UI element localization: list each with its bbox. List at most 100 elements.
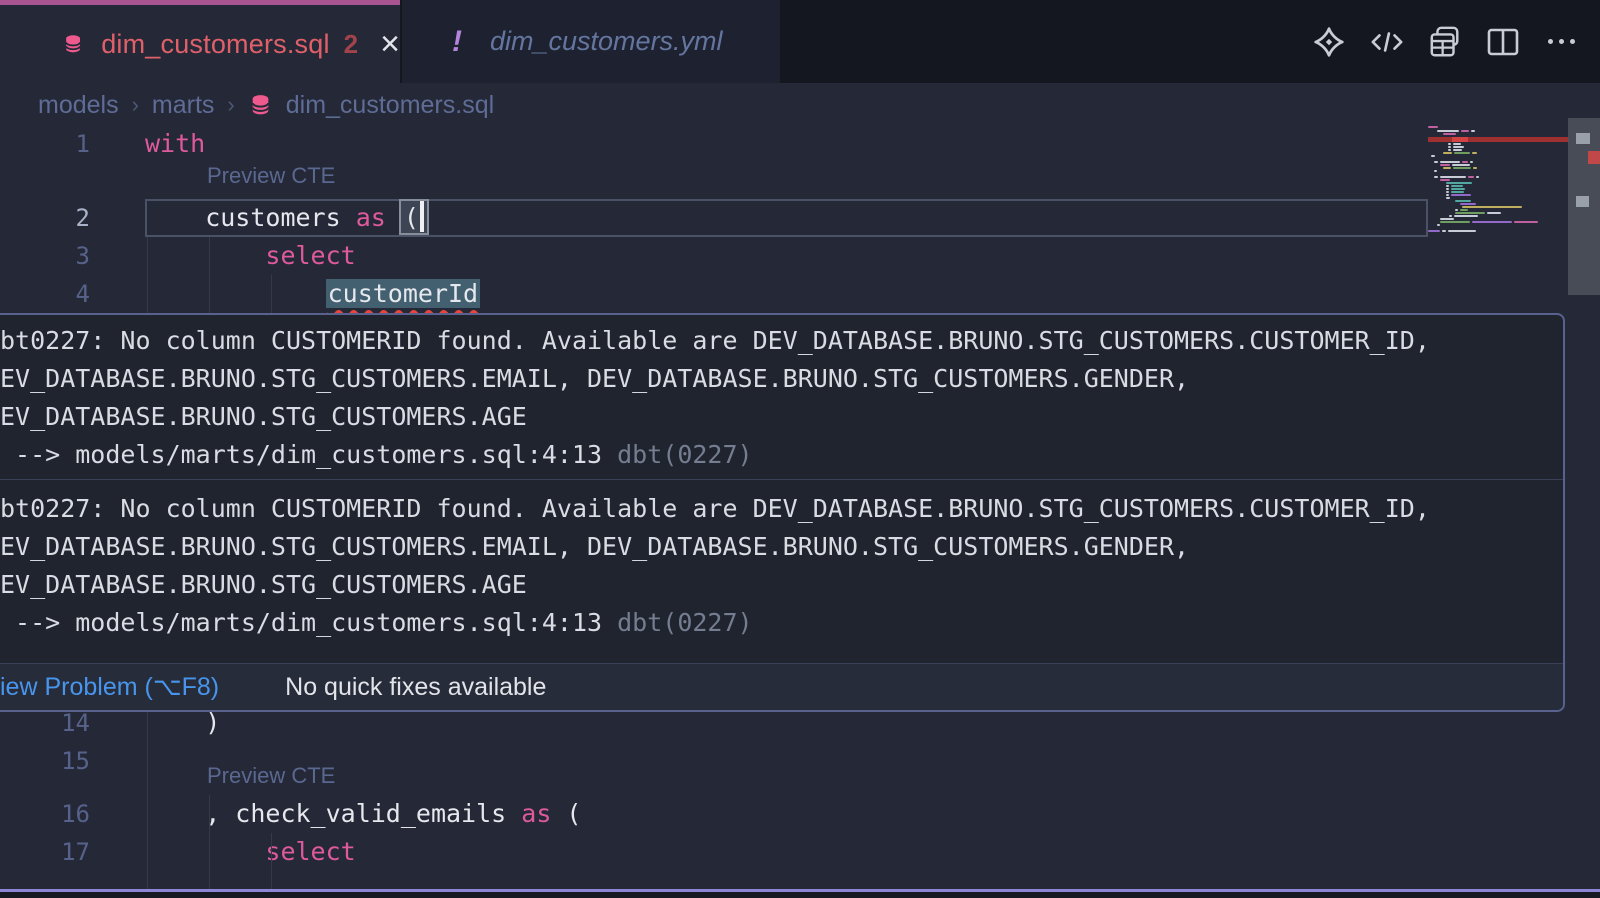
line-number: 17	[20, 833, 90, 871]
code-line-4[interactable]: 4 customerId	[0, 275, 1430, 313]
view-problem-link[interactable]: iew Problem (⌥F8)	[0, 672, 219, 702]
minimap[interactable]	[1428, 0, 1569, 313]
breadcrumb-models[interactable]: models	[38, 91, 119, 120]
dbt-logo-icon[interactable]	[1312, 25, 1346, 59]
chevron-right-icon: ›	[132, 92, 139, 118]
hover-status-bar: iew Problem (⌥F8) No quick fixes availab…	[0, 663, 1563, 710]
error-message-line: bt0227: No column CUSTOMERID found. Avai…	[0, 322, 1563, 360]
minimap-code-bar	[1434, 170, 1437, 172]
tab-filename: dim_customers.sql	[101, 29, 329, 60]
close-icon[interactable]: ×	[380, 27, 400, 61]
minimap-code-bar	[1472, 221, 1512, 223]
minimap-code-bar	[1462, 206, 1522, 208]
indent-guide	[209, 237, 210, 313]
matched-bracket: (	[401, 201, 427, 233]
minimap-code-bar	[1448, 230, 1476, 232]
indent-guide	[209, 795, 210, 890]
minimap-code-bar	[1443, 152, 1452, 154]
minimap-code-bar	[1437, 224, 1440, 226]
no-quick-fixes-label: No quick fixes available	[285, 673, 546, 702]
minimap-error-band	[1428, 137, 1569, 142]
overview-ruler-cursor-mark	[1576, 133, 1590, 144]
error-source-line: --> models/marts/dim_customers.sql:4:13 …	[0, 436, 1563, 474]
line-tokens: customerId	[326, 275, 481, 313]
code-icon[interactable]	[1370, 25, 1404, 59]
line-number: 15	[20, 742, 90, 780]
minimap-code-bar	[1443, 133, 1456, 135]
line-number: 2	[20, 199, 90, 237]
database-icon	[62, 28, 84, 60]
error-file-location[interactable]: --> models/marts/dim_customers.sql:4:13	[0, 440, 602, 469]
minimap-code-bar	[1431, 155, 1435, 157]
minimap-code-bar	[1446, 197, 1450, 199]
minimap-code-bar	[1434, 176, 1438, 178]
code-line-17[interactable]: 17 select	[0, 833, 1430, 871]
minimap-code-bar	[1470, 161, 1473, 163]
line-tokens: , check_valid_emails as (	[205, 795, 581, 833]
editor-window: dim_customers.sql 2 × ! dim_customers.ym…	[0, 0, 1600, 898]
error-file-location[interactable]: --> models/marts/dim_customers.sql:4:13	[0, 608, 602, 637]
minimap-code-bar	[1514, 221, 1538, 223]
minimap-code-bar	[1461, 130, 1469, 132]
line-tokens: select	[265, 833, 355, 871]
overview-ruler-error-mark	[1588, 151, 1600, 164]
line-tokens: customers as (	[205, 199, 427, 237]
line-number: 3	[20, 237, 90, 275]
error-message-block: bt0227: No column CUSTOMERID found. Avai…	[0, 315, 1563, 479]
scrollbar	[1568, 0, 1600, 898]
minimap-code-bar	[1428, 126, 1438, 128]
tab-dirty-count: 2	[344, 29, 358, 60]
chevron-right-icon: ›	[227, 92, 234, 118]
minimap-code-bar	[1440, 221, 1470, 223]
codelens-preview-cte[interactable]: Preview CTE	[207, 163, 335, 189]
error-message-line: EV_DATABASE.BRUNO.STG_CUSTOMERS.AGE	[0, 566, 1563, 604]
codelens-preview-cte[interactable]: Preview CTE	[207, 763, 335, 789]
indent-guide	[271, 833, 272, 890]
tab-dim-customers-sql[interactable]: dim_customers.sql 2 ×	[0, 0, 400, 83]
indent-guide	[147, 237, 148, 313]
indent-guide	[271, 275, 272, 313]
error-message-block: bt0227: No column CUSTOMERID found. Avai…	[0, 480, 1563, 660]
minimap-code-bar	[1454, 152, 1470, 154]
overview-ruler-cursor-mark	[1576, 196, 1589, 207]
error-message-line: EV_DATABASE.BRUNO.STG_CUSTOMERS.EMAIL, D…	[0, 528, 1563, 566]
error-token-customerid: customerId	[326, 279, 481, 308]
minimap-code-bar	[1473, 167, 1477, 169]
minimap-code-bar	[1437, 130, 1459, 132]
code-line-16[interactable]: 16, check_valid_emails as (	[0, 795, 1430, 833]
window-bottom-strip	[0, 892, 1600, 898]
line-number: 4	[20, 275, 90, 313]
minimap-code-bar	[1487, 212, 1501, 214]
indent-guide	[147, 712, 148, 890]
breadcrumb: models › marts › dim_customers.sql	[38, 83, 494, 127]
tab-filename: dim_customers.yml	[490, 26, 723, 57]
code-line-3[interactable]: 3 select	[0, 237, 1430, 275]
error-hover-panel: bt0227: No column CUSTOMERID found. Avai…	[0, 313, 1565, 712]
tab-bar: dim_customers.sql 2 × ! dim_customers.ym…	[0, 0, 1600, 83]
minimap-code-bar	[1472, 152, 1477, 154]
error-indicator-icon: !	[452, 25, 462, 59]
database-icon	[248, 92, 273, 118]
text-cursor	[420, 201, 424, 232]
minimap-code-bar	[1442, 230, 1446, 232]
breadcrumb-marts[interactable]: marts	[152, 91, 215, 120]
error-message-line: EV_DATABASE.BRUNO.STG_CUSTOMERS.AGE	[0, 398, 1563, 436]
error-code[interactable]: dbt(0227)	[602, 440, 753, 469]
error-code[interactable]: dbt(0227)	[602, 608, 753, 637]
minimap-code-bar	[1471, 130, 1475, 132]
minimap-code-bar	[1454, 215, 1478, 217]
line-number: 1	[20, 125, 90, 163]
error-source-line: --> models/marts/dim_customers.sql:4:13 …	[0, 604, 1563, 642]
code-line-2[interactable]: 2 customers as (	[0, 199, 1430, 237]
minimap-code-bar	[1451, 194, 1471, 196]
minimap-code-bar	[1468, 176, 1474, 178]
code-line-1[interactable]: 1 with	[0, 125, 1430, 163]
line-tokens: with	[145, 125, 205, 163]
error-message-line: bt0227: No column CUSTOMERID found. Avai…	[0, 490, 1563, 528]
breadcrumb-file[interactable]: dim_customers.sql	[286, 91, 494, 120]
error-hover-messages: bt0227: No column CUSTOMERID found. Avai…	[0, 315, 1563, 660]
line-tokens: select	[265, 237, 355, 275]
tab-dim-customers-yml[interactable]: ! dim_customers.yml	[402, 0, 780, 83]
error-message-line: EV_DATABASE.BRUNO.STG_CUSTOMERS.EMAIL, D…	[0, 360, 1563, 398]
minimap-code-bar	[1443, 167, 1451, 169]
